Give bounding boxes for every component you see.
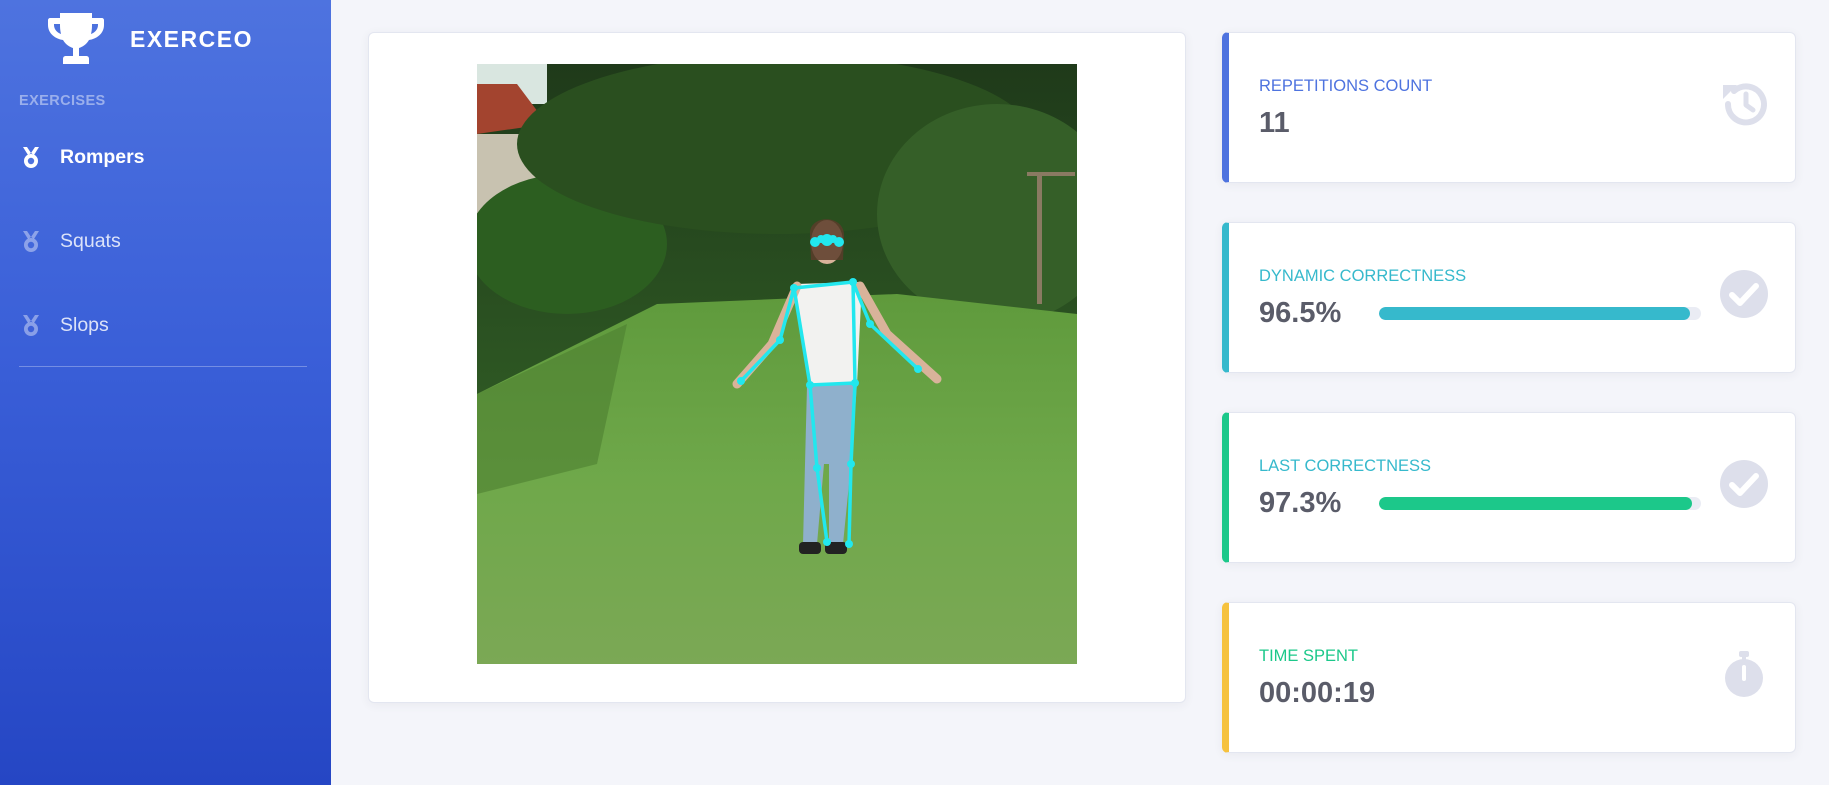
progress-fill bbox=[1379, 497, 1693, 510]
check-circle-icon bbox=[1720, 460, 1768, 508]
sidebar-item-slops[interactable]: Slops bbox=[19, 307, 309, 343]
trophy-icon bbox=[48, 13, 104, 64]
check-circle-icon bbox=[1720, 270, 1768, 318]
pose-image bbox=[477, 64, 1077, 664]
sidebar-item-label: Rompers bbox=[60, 145, 145, 168]
time-spent-card: TIME SPENT 00:00:19 bbox=[1222, 602, 1796, 753]
video-card bbox=[368, 32, 1186, 703]
sidebar-item-label: Squats bbox=[60, 229, 121, 252]
last-correctness-value: 97.3% bbox=[1259, 487, 1342, 519]
medal-icon bbox=[23, 147, 39, 168]
last-correctness-card: LAST CORRECTNESS 97.3% bbox=[1222, 412, 1796, 563]
dynamic-correctness-progress bbox=[1379, 307, 1701, 320]
app-name: EXERCEO bbox=[130, 25, 253, 52]
medal-icon bbox=[23, 231, 39, 252]
camera-feed bbox=[477, 64, 1077, 664]
exercises-heading: EXERCISES bbox=[19, 93, 106, 109]
dynamic-correctness-value: 96.5% bbox=[1259, 297, 1342, 329]
history-icon bbox=[1723, 83, 1767, 126]
time-spent-value: 00:00:19 bbox=[1259, 677, 1376, 709]
stat-label: DYNAMIC CORRECTNESS bbox=[1259, 267, 1467, 285]
stopwatch-icon bbox=[1725, 651, 1763, 697]
medal-icon bbox=[23, 315, 39, 336]
last-correctness-progress bbox=[1379, 497, 1701, 510]
sidebar-item-rompers[interactable]: Rompers bbox=[19, 139, 309, 175]
progress-fill bbox=[1379, 307, 1690, 320]
sidebar-divider bbox=[19, 366, 307, 367]
repetitions-count-card: REPETITIONS COUNT 11 bbox=[1222, 32, 1796, 183]
sidebar-item-squats[interactable]: Squats bbox=[19, 223, 309, 259]
stat-label: REPETITIONS COUNT bbox=[1259, 77, 1433, 95]
repetitions-value: 11 bbox=[1259, 107, 1290, 139]
stat-label: LAST CORRECTNESS bbox=[1259, 457, 1432, 475]
sidebar-item-label: Slops bbox=[60, 313, 109, 336]
dynamic-correctness-card: DYNAMIC CORRECTNESS 96.5% bbox=[1222, 222, 1796, 373]
brand[interactable]: EXERCEO bbox=[46, 10, 253, 68]
sidebar: EXERCEO EXERCISES Rompers Squats Slops bbox=[0, 0, 331, 785]
stat-label: TIME SPENT bbox=[1259, 647, 1359, 665]
